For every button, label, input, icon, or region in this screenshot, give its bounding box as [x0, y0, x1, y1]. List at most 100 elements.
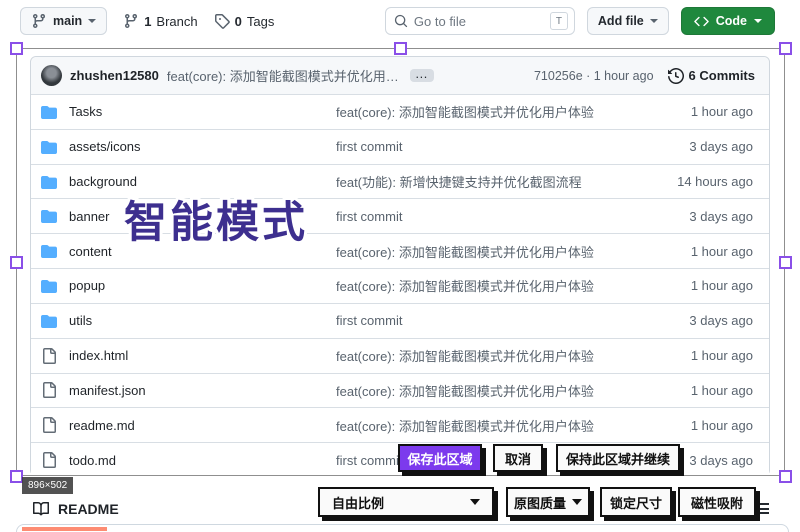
- commit-history-link[interactable]: 6 Commits: [667, 67, 755, 84]
- commit-author-link[interactable]: zhushen12580: [70, 68, 159, 83]
- aspect-ratio-value: 自由比例: [332, 495, 385, 511]
- git-branch-icon: [123, 13, 139, 29]
- commit-message-link[interactable]: feat(core): 添加智能截图模式并优化用户体验: [167, 66, 402, 85]
- tags-label: Tags: [246, 13, 275, 29]
- row-commit-message-link[interactable]: feat(core): 添加智能截图模式并优化用户体验: [336, 242, 643, 261]
- table-row[interactable]: Tasks feat(core): 添加智能截图模式并优化用户体验 1 hour…: [31, 94, 769, 129]
- row-commit-time: 14 hours ago: [677, 174, 753, 190]
- readme-title: README: [58, 501, 119, 517]
- row-commit-message-link[interactable]: first commit: [336, 139, 643, 154]
- row-commit-time: 1 hour ago: [690, 348, 753, 364]
- magnetic-snap-button[interactable]: 磁性吸附: [678, 487, 756, 517]
- table-row[interactable]: popup feat(core): 添加智能截图模式并优化用户体验 1 hour…: [31, 268, 769, 303]
- file-browser-table: zhushen12580 feat(core): 添加智能截图模式并优化用户体验…: [30, 56, 770, 477]
- row-commit-message-link[interactable]: feat(core): 添加智能截图模式并优化用户体验: [336, 416, 643, 435]
- row-commit-time: 3 days ago: [689, 313, 753, 329]
- chevron-down-icon: [572, 499, 582, 505]
- commits-count-label: 6 Commits: [688, 68, 755, 83]
- folder-icon: [41, 243, 57, 259]
- cancel-button[interactable]: 取消: [493, 444, 543, 472]
- file-name-link[interactable]: todo.md: [69, 453, 336, 468]
- keep-region-button[interactable]: 保持此区域并继续: [556, 444, 680, 472]
- folder-icon: [41, 104, 57, 120]
- table-row[interactable]: readme.md feat(core): 添加智能截图模式并优化用户体验 1 …: [31, 407, 769, 443]
- search-icon: [394, 14, 408, 28]
- search-shortcut-kbd: T: [549, 12, 568, 30]
- file-name-link[interactable]: assets/icons: [69, 139, 336, 154]
- branches-label: Branch: [156, 13, 198, 29]
- repo-toolbar: main 1 Branch 0 Tags Go to file T Add fi…: [0, 0, 800, 42]
- row-commit-message-link[interactable]: feat(core): 添加智能截图模式并优化用户体验: [336, 102, 643, 121]
- chevron-down-icon: [754, 19, 762, 23]
- folder-icon: [41, 278, 57, 294]
- folder-icon: [41, 139, 57, 155]
- file-icon: [41, 417, 57, 434]
- tags-count: 0: [234, 13, 242, 29]
- readme-section-header: README: [33, 501, 119, 517]
- row-commit-time: 1 hour ago: [690, 243, 753, 259]
- selection-handle-top-right[interactable]: [779, 42, 792, 55]
- book-icon: [33, 501, 49, 517]
- selection-handle-middle-left[interactable]: [10, 256, 23, 269]
- row-commit-message-link[interactable]: first commit: [336, 209, 643, 224]
- outline-list-icon[interactable]: [755, 503, 769, 514]
- file-name-link[interactable]: popup: [69, 278, 336, 293]
- selection-handle-middle-right[interactable]: [779, 256, 792, 269]
- folder-icon: [41, 174, 57, 190]
- row-commit-time: 1 hour ago: [690, 417, 753, 433]
- file-name-link[interactable]: utils: [69, 313, 336, 328]
- code-button[interactable]: Code: [680, 7, 775, 35]
- code-icon: [693, 14, 709, 29]
- row-commit-message-link[interactable]: feat(core): 添加智能截图模式并优化用户体验: [336, 346, 643, 365]
- add-file-label: Add file: [597, 14, 644, 28]
- selection-handle-bottom-right[interactable]: [779, 470, 792, 483]
- table-row[interactable]: assets/icons first commit 3 days ago: [31, 128, 769, 164]
- avatar[interactable]: [41, 65, 62, 86]
- aspect-ratio-select[interactable]: 自由比例: [318, 487, 494, 517]
- table-row[interactable]: manifest.json feat(core): 添加智能截图模式并优化用户体…: [31, 372, 769, 408]
- tags-link[interactable]: 0 Tags: [214, 13, 275, 29]
- row-commit-message-link[interactable]: feat(core): 添加智能截图模式并优化用户体验: [336, 276, 643, 295]
- folder-icon: [41, 313, 57, 329]
- search-placeholder: Go to file: [413, 13, 466, 29]
- current-branch-label: main: [53, 14, 83, 28]
- selection-size-badge: 896×502: [22, 477, 74, 494]
- quality-value: 原图质量: [513, 495, 566, 511]
- quality-select[interactable]: 原图质量: [506, 487, 590, 517]
- branches-link[interactable]: 1 Branch: [123, 13, 198, 29]
- selection-handle-top-center[interactable]: [394, 42, 407, 55]
- file-rows: Tasks feat(core): 添加智能截图模式并优化用户体验 1 hour…: [31, 94, 769, 477]
- save-region-button[interactable]: 保存此区域: [398, 444, 482, 472]
- lock-size-button[interactable]: 锁定尺寸: [600, 487, 672, 517]
- chevron-down-icon: [649, 19, 658, 23]
- git-branch-icon: [31, 13, 47, 29]
- row-commit-message-link[interactable]: feat(core): 添加智能截图模式并优化用户体验: [336, 381, 643, 400]
- chevron-down-icon: [470, 499, 480, 505]
- row-commit-message-link[interactable]: feat(功能): 新增快捷键支持并优化截图流程: [336, 172, 643, 191]
- readme-content-accent: [22, 527, 107, 531]
- code-button-label: Code: [715, 14, 747, 28]
- commit-hash-time[interactable]: 710256e · 1 hour ago: [534, 69, 654, 83]
- commit-expand-button[interactable]: …: [409, 67, 434, 82]
- add-file-button[interactable]: Add file: [586, 7, 669, 35]
- table-row[interactable]: utils first commit 3 days ago: [31, 302, 769, 338]
- chevron-down-icon: [88, 19, 97, 23]
- file-name-link[interactable]: background: [69, 174, 336, 189]
- row-commit-message-link[interactable]: first commit: [336, 313, 643, 328]
- file-name-link[interactable]: index.html: [69, 348, 336, 363]
- file-name-link[interactable]: manifest.json: [69, 383, 336, 398]
- file-name-link[interactable]: readme.md: [69, 418, 336, 433]
- table-row[interactable]: index.html feat(core): 添加智能截图模式并优化用户体验 1…: [31, 337, 769, 373]
- branches-count: 1: [144, 13, 152, 29]
- selection-handle-top-left[interactable]: [10, 42, 23, 55]
- file-icon: [41, 382, 57, 399]
- tag-icon: [214, 13, 230, 29]
- branch-selector-button[interactable]: main: [20, 7, 108, 35]
- folder-icon: [41, 208, 57, 224]
- file-icon: [41, 347, 57, 364]
- file-icon: [41, 452, 57, 469]
- row-commit-time: 3 days ago: [689, 208, 753, 224]
- go-to-file-search[interactable]: Go to file T: [384, 7, 575, 35]
- file-name-link[interactable]: Tasks: [69, 104, 336, 119]
- row-commit-time: 3 days ago: [689, 139, 753, 155]
